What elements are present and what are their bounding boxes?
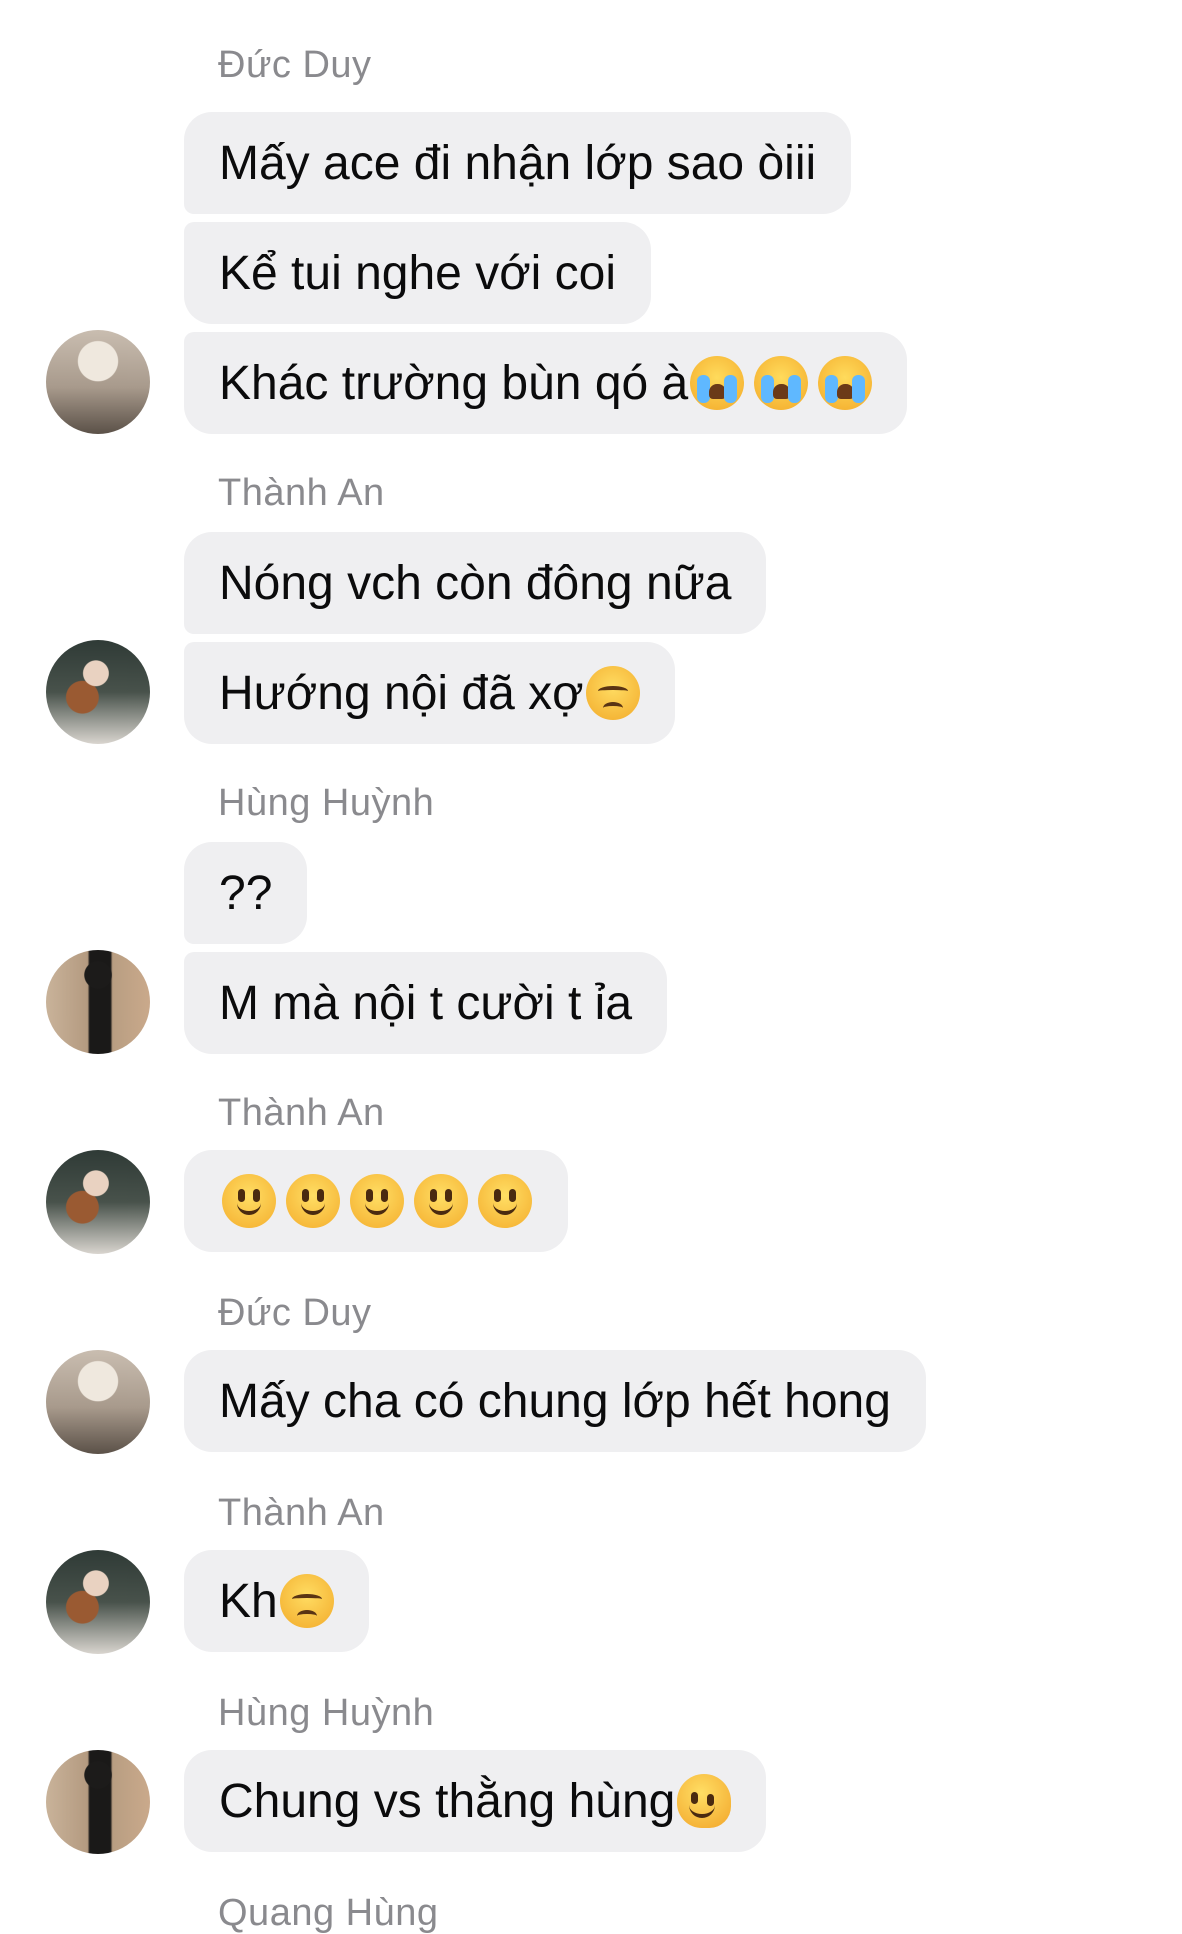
message-text: Khác trường bùn qó à [219,356,689,410]
slightly-smiling-face-icon [414,1174,468,1228]
sender-name: Thành An [218,472,385,514]
sender-name: Đức Duy [218,44,372,86]
slightly-smiling-face-icon [222,1174,276,1228]
sender-name: Hùng Huỳnh [218,1692,435,1734]
message-text: Kh [219,1574,278,1628]
avatar[interactable] [46,640,150,744]
slightly-smiling-face-icon [286,1174,340,1228]
avatar[interactable] [46,1350,150,1454]
disappointed-face-icon [279,1574,334,1628]
message-bubble[interactable]: Nóng vch còn đông nữa [184,532,767,634]
loudly-crying-face-icon [690,356,745,410]
avatar[interactable] [46,330,150,434]
message-bubble[interactable]: Hướng nội đã xợ [184,642,675,744]
disappointed-face-icon [585,666,640,720]
message-bubble[interactable] [184,1150,568,1252]
message-bubble[interactable]: Chung vs thằng hùng [184,1750,767,1852]
message-text: ?? [219,866,273,920]
message-bubble[interactable]: Mấy ace đi nhận lớp sao òiii [184,112,852,214]
melting-face-icon [677,1774,732,1828]
message-text: Kể tui nghe với coi [219,246,617,300]
slightly-smiling-face-icon [478,1174,532,1228]
sender-name: Đức Duy [218,1292,372,1334]
message-text: Hướng nội đã xợ [219,666,584,720]
avatar[interactable] [46,950,150,1054]
message-bubble[interactable]: Mấy cha có chung lớp hết hong [184,1350,926,1452]
message-text: M mà nội t cười t ỉa [219,976,633,1030]
message-bubble[interactable]: M mà nội t cười t ỉa [184,952,668,1054]
message-bubble[interactable]: ?? [184,842,308,944]
message-text: Chung vs thằng hùng [219,1774,676,1828]
loudly-crying-face-icon [818,356,873,410]
loudly-crying-face-icon [754,356,809,410]
sender-name: Hùng Huỳnh [218,782,435,824]
message-bubble[interactable]: Kể tui nghe với coi [184,222,652,324]
message-bubble[interactable]: Khác trường bùn qó à [184,332,908,434]
slightly-smiling-face-icon [350,1174,404,1228]
chat-thread: Đức Duy Mấy ace đi nhận lớp sao òiii Kể … [0,0,1182,1932]
sender-name: Quang Hùng [218,1892,439,1934]
message-bubble[interactable]: Kh [184,1550,369,1652]
sender-name: Thành An [218,1092,385,1134]
avatar[interactable] [46,1750,150,1854]
message-text: Mấy cha có chung lớp hết hong [219,1374,891,1428]
avatar[interactable] [46,1550,150,1654]
avatar[interactable] [46,1150,150,1254]
sender-name: Thành An [218,1492,385,1534]
message-text: Mấy ace đi nhận lớp sao òiii [219,136,817,190]
message-text: Nóng vch còn đông nữa [219,556,732,610]
